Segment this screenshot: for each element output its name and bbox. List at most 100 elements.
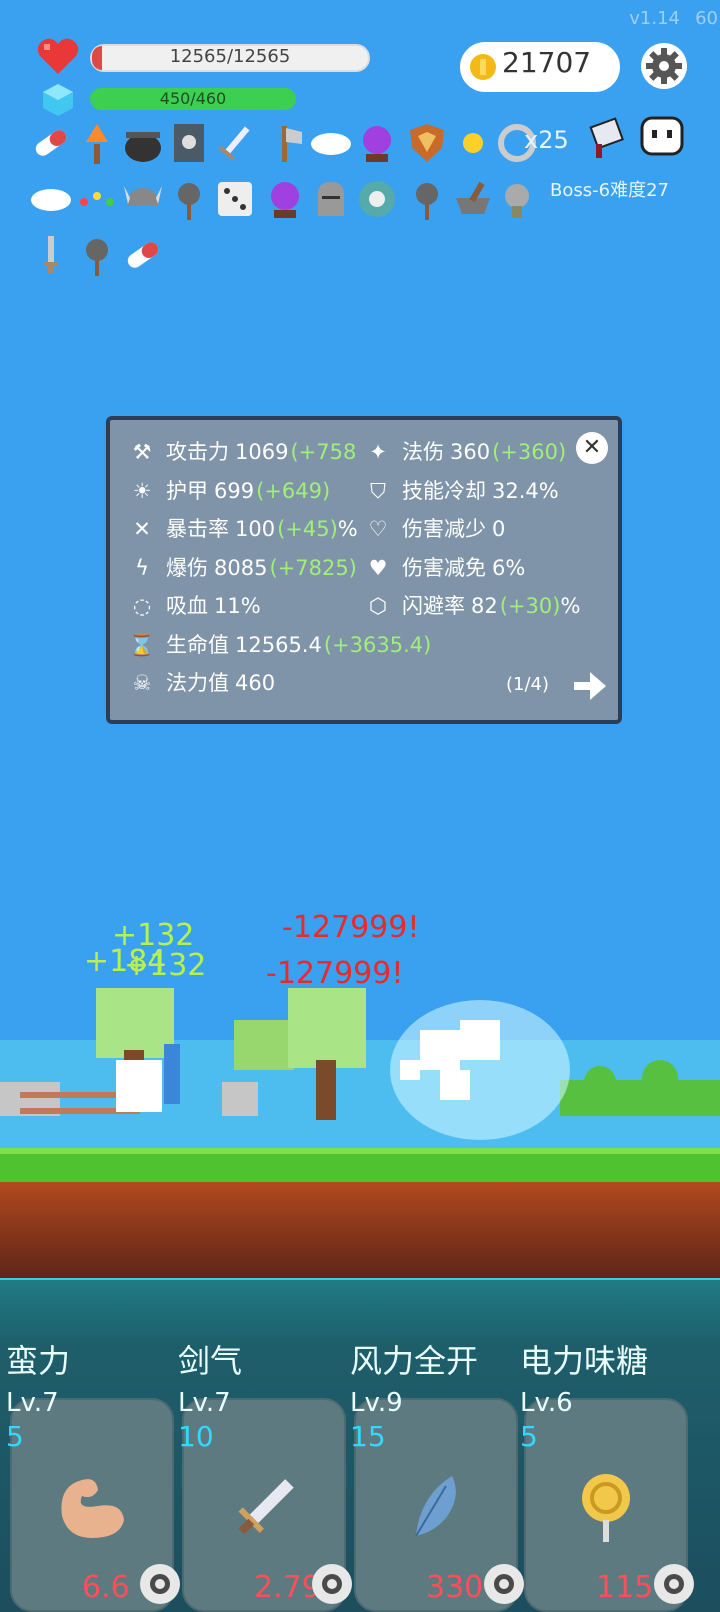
skill-value: 6.6 <box>82 1570 130 1605</box>
ghost-boss-icon <box>640 116 684 156</box>
stat-value: 12565.4 <box>235 632 322 657</box>
sun-icon[interactable] <box>450 120 496 166</box>
stat-row: ✕ 暴击率 100(+45)% <box>124 513 358 543</box>
stat-value: 699 <box>214 478 255 503</box>
vampire-ring-icon: ◌ <box>132 594 152 618</box>
item-stack-count: x25 <box>524 126 569 154</box>
skill-name: 电力味糖 <box>520 1342 649 1380</box>
grass <box>0 1154 720 1182</box>
stat-bonus: (+3635.4) <box>323 632 432 657</box>
stat-value: 11% <box>214 594 261 618</box>
muscle-arm-icon <box>61 1479 124 1538</box>
pill-icon[interactable] <box>120 232 166 278</box>
next-page-arrow-icon[interactable] <box>574 672 606 700</box>
coin-icon <box>470 54 496 80</box>
stat-label: 吸血 <box>166 594 208 618</box>
hourglass-icon: ⌛ <box>128 632 156 657</box>
viking-helmet-icon[interactable] <box>120 176 166 222</box>
skill-cost: 5 <box>6 1420 24 1453</box>
stat-label: 攻击力 <box>166 440 229 464</box>
crystal-ball-icon[interactable] <box>262 176 308 222</box>
stat-suffix: % <box>337 517 358 541</box>
skill-level: Lv.6 <box>520 1388 573 1418</box>
stat-row: ♡ 伤害减少 0 <box>360 513 506 543</box>
stat-row: ✦ 法伤 360(+360) <box>360 436 566 466</box>
round-shield-icon[interactable] <box>354 176 400 222</box>
stat-label: 伤害减免 <box>402 555 486 580</box>
stat-value: 0 <box>492 517 506 541</box>
knight-helmet-icon[interactable] <box>308 176 354 222</box>
stat-value: 360 <box>450 440 491 464</box>
skill-name: 风力全开 <box>350 1342 479 1380</box>
stat-value: 1069 <box>235 440 289 464</box>
sword-icon[interactable] <box>212 120 258 166</box>
stat-bonus: (+758 <box>290 440 357 464</box>
cauldron-icon[interactable] <box>120 120 166 166</box>
horned-skull-icon: ☠ <box>132 671 152 695</box>
upgrade-cog-icon[interactable] <box>310 1562 354 1606</box>
stat-label: 暴击率 <box>166 517 229 541</box>
heart-icon <box>37 38 79 74</box>
damage-number: -127999! <box>282 910 420 945</box>
stat-label: 闪避率 <box>402 594 465 618</box>
stat-label: 技能冷却 <box>402 478 486 503</box>
stat-label: 护甲 <box>166 478 208 503</box>
mortar-icon[interactable] <box>450 176 496 222</box>
skill-level: Lv.9 <box>350 1388 403 1418</box>
damage-number: -127999! <box>266 956 404 991</box>
torch-icon[interactable] <box>74 120 120 166</box>
medal-icon[interactable] <box>494 176 540 222</box>
hp-text: 12565/12565 <box>169 46 291 67</box>
dirt-ground <box>0 1182 720 1282</box>
coin-value: 21707 <box>502 46 592 79</box>
crystal-ball-icon[interactable] <box>354 120 400 166</box>
mace-icon[interactable] <box>404 176 450 222</box>
stat-row: ⚒ 攻击力 1069(+758 <box>124 436 357 466</box>
stat-row: ϟ 爆伤 8085(+7825) <box>124 552 357 582</box>
stat-label: 伤害减少 <box>402 517 486 541</box>
sword-icon <box>238 1479 294 1535</box>
wing-icon[interactable] <box>28 176 74 222</box>
upgrade-cog-icon[interactable] <box>138 1562 182 1606</box>
skill-level: Lv.7 <box>178 1388 231 1418</box>
stat-value: 82 <box>471 594 498 618</box>
fps-counter: 60 <box>695 8 718 29</box>
skill-cost: 15 <box>350 1420 386 1453</box>
mace-icon[interactable] <box>74 232 120 278</box>
stat-bonus: (+30) <box>499 594 561 618</box>
stat-row: ☀ 护甲 699(+649) <box>124 475 331 505</box>
settings-gear-icon[interactable] <box>640 42 688 90</box>
stat-suffix: % <box>560 594 581 618</box>
mace-icon[interactable] <box>166 176 212 222</box>
skill-level: Lv.7 <box>6 1388 59 1418</box>
axe-icon: ⚒ <box>132 440 152 464</box>
skull-book-icon[interactable] <box>166 120 212 166</box>
close-button[interactable]: ✕ <box>576 432 608 464</box>
lollipop-icon <box>582 1474 630 1542</box>
crossed-swords-icon: ✕ <box>133 517 151 541</box>
wing-icon[interactable] <box>308 120 354 166</box>
upgrade-cog-icon[interactable] <box>482 1562 526 1606</box>
shield-icon[interactable] <box>404 120 450 166</box>
boss-difficulty: Boss-6难度27 <box>550 180 669 201</box>
stat-bonus: (+360) <box>492 440 567 464</box>
stat-label: 法力值 <box>166 671 229 695</box>
skill-name: 蛮力 <box>6 1342 71 1380</box>
pill-icon[interactable] <box>28 120 74 166</box>
cleaver-icon <box>589 117 624 158</box>
stat-value: 32.4% <box>492 478 559 503</box>
shield-outline-icon: ⛉ <box>370 478 386 503</box>
axe-icon[interactable] <box>262 120 308 166</box>
dagger-icon[interactable] <box>28 232 74 278</box>
mp-text: 450/460 <box>159 89 227 108</box>
wand-icon: ✦ <box>369 440 387 464</box>
feather-icon <box>415 1476 456 1537</box>
stat-value: 6% <box>492 555 526 580</box>
stat-label: 生命值 <box>166 632 229 657</box>
upgrade-cog-icon[interactable] <box>652 1562 696 1606</box>
stat-row: ◌ 吸血 11% <box>124 590 261 620</box>
stat-bonus: (+45) <box>277 517 338 541</box>
version-label: v1.14 <box>629 8 680 29</box>
dice-icon[interactable] <box>212 176 258 222</box>
chain-icon[interactable] <box>74 176 120 222</box>
